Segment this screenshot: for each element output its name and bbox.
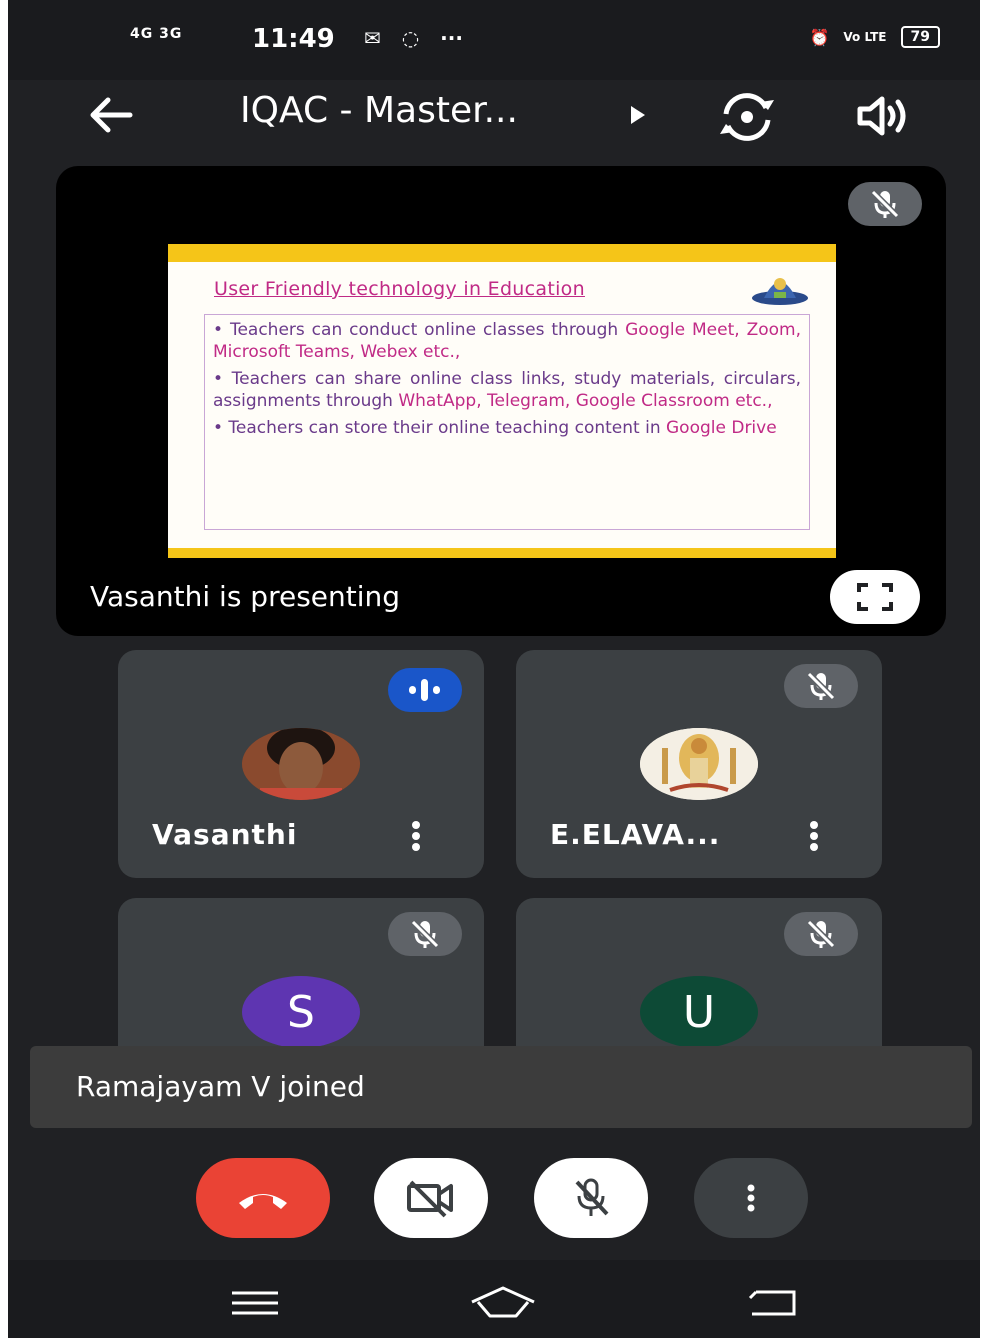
more-vert-icon — [412, 821, 420, 851]
college-logo — [750, 270, 810, 311]
participant-tile[interactable]: Vasanthi — [118, 650, 484, 878]
participant-tile[interactable]: E.ELAVA... — [516, 650, 882, 878]
avatar — [640, 728, 758, 800]
presentation-tile[interactable]: User Friendly technology in Education • … — [56, 166, 946, 636]
more-options-button[interactable] — [694, 1158, 808, 1238]
presenter-mic-off-badge — [848, 182, 922, 226]
volte-icon: Vo LTE — [843, 30, 887, 44]
slide-title: User Friendly technology in Education — [214, 278, 585, 300]
audio-output-button[interactable] — [856, 94, 912, 143]
menu-icon — [232, 1291, 278, 1315]
mic-off-icon — [806, 919, 836, 949]
whatsapp-icon: ◌ — [401, 26, 420, 50]
mic-off-icon — [870, 189, 900, 219]
shared-slide: User Friendly technology in Education • … — [168, 244, 836, 558]
audio-level-icon — [409, 679, 440, 701]
more-vert-icon — [747, 1184, 755, 1212]
camera-off-icon — [407, 1180, 453, 1218]
mic-off-icon — [806, 671, 836, 701]
participant-more-button[interactable] — [408, 820, 424, 857]
home-icon — [471, 1286, 535, 1318]
camera-toggle-button[interactable] — [374, 1158, 488, 1238]
letter-avatar: S — [242, 976, 360, 1048]
switch-camera-icon — [720, 93, 774, 141]
mic-off-badge — [388, 912, 462, 956]
mail-icon: ✉ — [364, 26, 381, 50]
title-expand-arrow-icon[interactable] — [628, 104, 648, 131]
mic-off-icon — [410, 919, 440, 949]
mic-off-badge — [784, 912, 858, 956]
slide-bullet: • Teachers can conduct online classes th… — [213, 320, 801, 362]
letter-avatar: U — [640, 976, 758, 1048]
participant-name: Vasanthi — [152, 818, 298, 851]
slide-bullet-box: • Teachers can conduct online classes th… — [204, 314, 810, 530]
slide-bullet: • Teachers can store their online teachi… — [213, 418, 777, 438]
app-bar: IQAC - Master... — [8, 80, 980, 160]
status-time: 11:49 — [252, 24, 335, 54]
end-call-button[interactable] — [196, 1158, 330, 1238]
slide-bullet: • Teachers can share online class links,… — [213, 369, 801, 411]
back-nav-button[interactable] — [746, 1288, 800, 1323]
system-nav-bar — [8, 1260, 980, 1338]
avatar — [242, 728, 360, 800]
mic-toggle-button[interactable] — [534, 1158, 648, 1238]
home-button[interactable] — [468, 1286, 538, 1325]
switch-camera-button[interactable] — [716, 92, 778, 147]
network-indicator: 4G 3G — [130, 26, 183, 42]
back-button[interactable] — [86, 90, 136, 145]
back-arrow-icon — [90, 97, 133, 133]
more-vert-icon — [810, 821, 818, 851]
speaking-indicator — [388, 668, 462, 712]
hang-up-icon — [239, 1194, 287, 1209]
participant-more-button[interactable] — [806, 820, 822, 857]
recent-apps-button[interactable] — [230, 1290, 280, 1321]
mic-off-icon — [575, 1178, 609, 1216]
presenting-status: Vasanthi is presenting — [90, 580, 401, 613]
join-toast: Ramajayam V joined — [30, 1046, 972, 1128]
toast-message: Ramajayam V joined — [76, 1070, 365, 1103]
back-nav-icon — [748, 1290, 796, 1316]
speaker-icon — [857, 96, 906, 136]
fullscreen-icon — [857, 583, 893, 611]
fullscreen-button[interactable] — [830, 570, 920, 624]
meeting-title[interactable]: IQAC - Master... — [240, 90, 518, 131]
alarm-icon: ⏰ — [809, 27, 830, 47]
status-right: ⏰ Vo LTE 79 — [809, 26, 940, 48]
mic-off-badge — [784, 664, 858, 708]
participant-name: E.ELAVA... — [550, 818, 721, 851]
more-notifications-icon: ··· — [440, 26, 463, 50]
status-bar: 4G 3G 11:49 ✉ ◌ ··· ⏰ Vo LTE 79 — [8, 0, 980, 80]
phone-screen: 4G 3G 11:49 ✉ ◌ ··· ⏰ Vo LTE 79 IQAC - M… — [8, 0, 980, 1338]
battery-indicator: 79 — [900, 26, 940, 48]
notification-icons: ✉ ◌ ··· — [364, 26, 463, 50]
